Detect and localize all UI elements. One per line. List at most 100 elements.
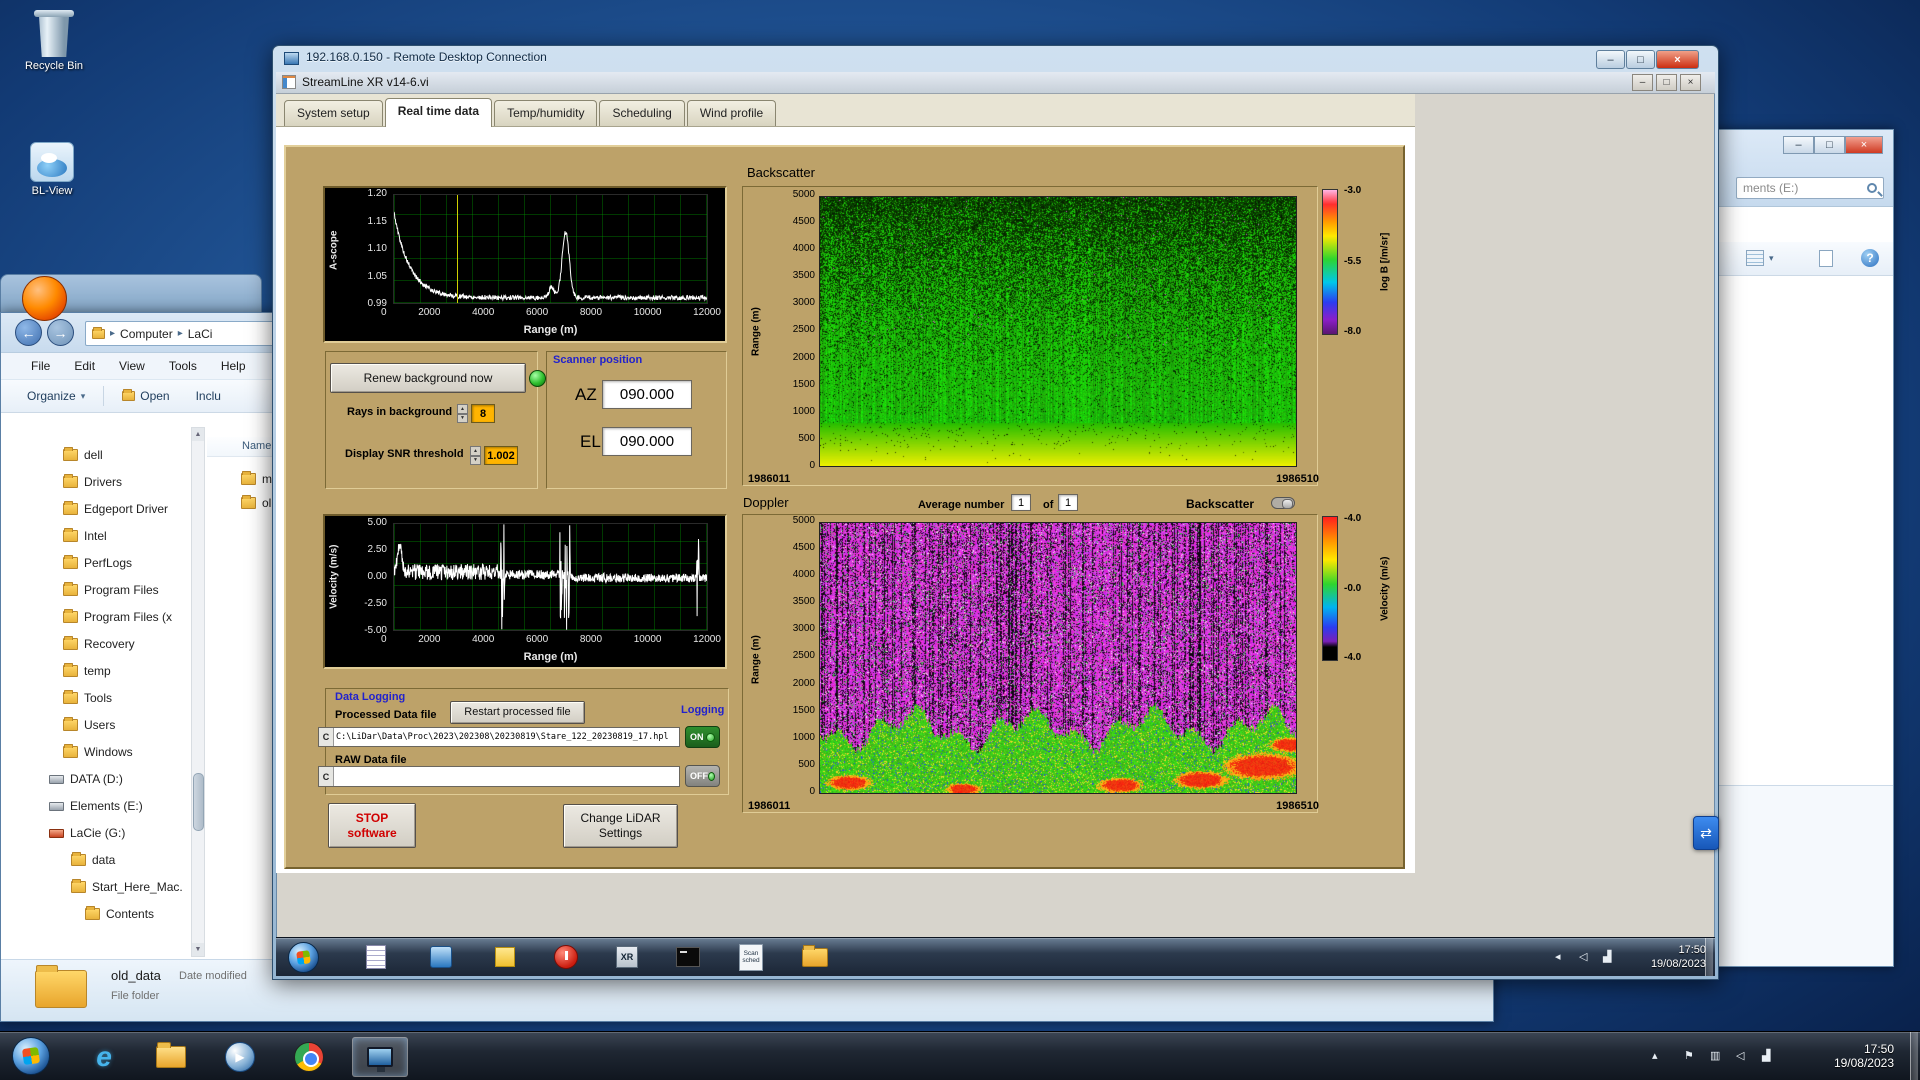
taskbar-item-chrome[interactable] <box>289 1037 329 1077</box>
snr-value-field[interactable]: 1.002 <box>484 446 518 465</box>
taskbar-item-folder[interactable] <box>800 942 830 972</box>
average-number-field[interactable]: 1 <box>1011 494 1031 511</box>
include-button[interactable]: Inclu <box>188 385 229 407</box>
tab[interactable]: Temp/humidity <box>494 100 597 126</box>
close-button[interactable]: × <box>1656 50 1699 69</box>
spin-down-icon[interactable]: ▼ <box>457 414 468 424</box>
breadcrumb-drive[interactable]: LaCi <box>188 327 213 341</box>
tab[interactable]: Wind profile <box>687 100 776 126</box>
tree-item[interactable]: DATA (D:) <box>9 765 191 792</box>
network-icon[interactable]: ▟ <box>1603 950 1611 963</box>
breadcrumb-computer[interactable]: Computer <box>120 327 173 341</box>
tab[interactable]: System setup <box>284 100 383 126</box>
taskbar-item-scan-scheduler[interactable]: Scan sched <box>736 942 766 972</box>
taskbar-item-remote-desktop[interactable] <box>352 1037 408 1077</box>
tree-item[interactable]: dell <box>9 441 191 468</box>
firefox-logo-icon[interactable] <box>22 276 67 321</box>
tree-item[interactable]: Drivers <box>9 468 191 495</box>
menu-item[interactable]: Edit <box>74 359 95 373</box>
scroll-down-arrow[interactable]: ▼ <box>192 943 204 956</box>
window-tray-icon[interactable]: ▥ <box>1710 1049 1720 1062</box>
desktop-icon-bl-view[interactable]: BL-View <box>14 142 90 197</box>
renew-background-button[interactable]: Renew background now <box>330 363 526 393</box>
tab[interactable]: Scheduling <box>599 100 684 126</box>
processed-file-path-field[interactable]: C C:\LiDar\Data\Proc\2023\202308\2023081… <box>318 727 680 747</box>
chevron-down-icon[interactable]: ▾ <box>1769 253 1774 264</box>
minimize-button[interactable]: – <box>1632 74 1653 91</box>
volume-icon[interactable]: ◁ <box>1736 1049 1744 1062</box>
tree-item[interactable]: Program Files (x <box>9 603 191 630</box>
spin-up-icon[interactable]: ▲ <box>457 404 468 414</box>
spin-down-icon[interactable]: ▼ <box>470 456 481 466</box>
tray-expand-icon[interactable]: ◂ <box>1555 950 1561 963</box>
spin-up-icon[interactable]: ▲ <box>470 446 481 456</box>
host-clock[interactable]: 17:50 19/08/2023 <box>1798 1042 1894 1070</box>
restore-button[interactable]: □ <box>1656 74 1677 91</box>
volume-icon[interactable]: ◁ <box>1579 950 1587 963</box>
open-button[interactable]: Open <box>114 385 177 407</box>
taskbar-item-notes[interactable] <box>490 942 520 972</box>
maximize-button[interactable]: □ <box>1626 50 1655 69</box>
menu-item[interactable]: View <box>119 359 145 373</box>
tree-item[interactable]: PerfLogs <box>9 549 191 576</box>
forward-button[interactable]: → <box>47 319 74 346</box>
tree-item[interactable]: data <box>9 846 191 873</box>
backscatter-toggle[interactable] <box>1271 497 1295 509</box>
taskbar-item-notepad[interactable] <box>361 942 391 972</box>
close-button[interactable]: × <box>1680 74 1701 91</box>
tree-item[interactable]: Start_Here_Mac. <box>9 873 191 900</box>
menu-item[interactable]: Tools <box>169 359 197 373</box>
back-button[interactable]: ← <box>15 319 42 346</box>
show-desktop-button[interactable] <box>1910 1032 1918 1080</box>
minimize-button[interactable]: – <box>1783 136 1814 154</box>
taskbar-item-stop[interactable] <box>551 942 581 972</box>
tree-item[interactable]: Recovery <box>9 630 191 657</box>
rays-spinner[interactable]: ▲ ▼ <box>457 404 468 423</box>
el-value-field[interactable]: 090.000 <box>602 427 692 456</box>
tree-item[interactable]: Program Files <box>9 576 191 603</box>
tree-item[interactable]: Tools <box>9 684 191 711</box>
stop-software-button[interactable]: STOP software <box>328 803 416 848</box>
taskbar-item-xr[interactable]: XR <box>612 942 642 972</box>
tree-item[interactable]: Users <box>9 711 191 738</box>
remote-start-button[interactable] <box>288 942 319 973</box>
remote-clock[interactable]: 17:50 19/08/2023 <box>1628 943 1706 971</box>
close-button[interactable]: × <box>1845 136 1883 154</box>
tree-item[interactable]: Contents <box>9 900 191 927</box>
restart-processed-file-button[interactable]: Restart processed file <box>450 701 585 724</box>
tree-item[interactable]: temp <box>9 657 191 684</box>
raw-logging-toggle[interactable]: OFF <box>685 765 720 787</box>
tab[interactable]: Real time data <box>385 98 492 127</box>
tree-item[interactable]: Windows <box>9 738 191 765</box>
ascope-cursor[interactable] <box>457 195 458 303</box>
snr-spinner[interactable]: ▲ ▼ <box>470 446 481 465</box>
change-lidar-settings-button[interactable]: Change LiDAR Settings <box>563 804 678 848</box>
help-icon[interactable]: ? <box>1861 249 1879 267</box>
teamviewer-panel-icon[interactable]: ⇄ <box>1693 816 1719 850</box>
show-desktop-button[interactable] <box>1705 938 1713 976</box>
menu-item[interactable]: File <box>31 359 50 373</box>
tree-item[interactable]: Edgeport Driver <box>9 495 191 522</box>
taskbar-item-terminal[interactable] <box>673 942 703 972</box>
tree-item[interactable]: LaCie (G:) <box>9 819 191 846</box>
minimize-button[interactable]: – <box>1596 50 1625 69</box>
search-input[interactable]: ments (E:) <box>1736 177 1884 199</box>
taskbar-item-media-player[interactable]: ▶ <box>220 1037 260 1077</box>
desktop-icon-recycle-bin[interactable]: Recycle Bin <box>16 10 92 72</box>
scroll-up-arrow[interactable]: ▲ <box>192 428 204 441</box>
tree-item[interactable]: Elements (E:) <box>9 792 191 819</box>
flag-icon[interactable]: ⚑ <box>1684 1049 1694 1062</box>
average-total-field[interactable]: 1 <box>1058 494 1078 511</box>
tree-item[interactable]: Intel <box>9 522 191 549</box>
menu-item[interactable]: Help <box>221 359 246 373</box>
taskbar-item-explorer[interactable] <box>151 1037 191 1077</box>
tray-expand-icon[interactable]: ▴ <box>1652 1049 1658 1062</box>
taskbar-item-internet-explorer[interactable]: e <box>84 1037 124 1077</box>
view-list-icon[interactable] <box>1746 250 1764 266</box>
taskbar-item-bl-view[interactable] <box>426 942 456 972</box>
preview-pane-icon[interactable] <box>1819 250 1833 267</box>
start-button[interactable] <box>12 1037 50 1075</box>
network-icon[interactable]: ▟ <box>1762 1049 1770 1062</box>
organize-button[interactable]: Organize ▾ <box>19 385 93 407</box>
maximize-button[interactable]: □ <box>1814 136 1845 154</box>
